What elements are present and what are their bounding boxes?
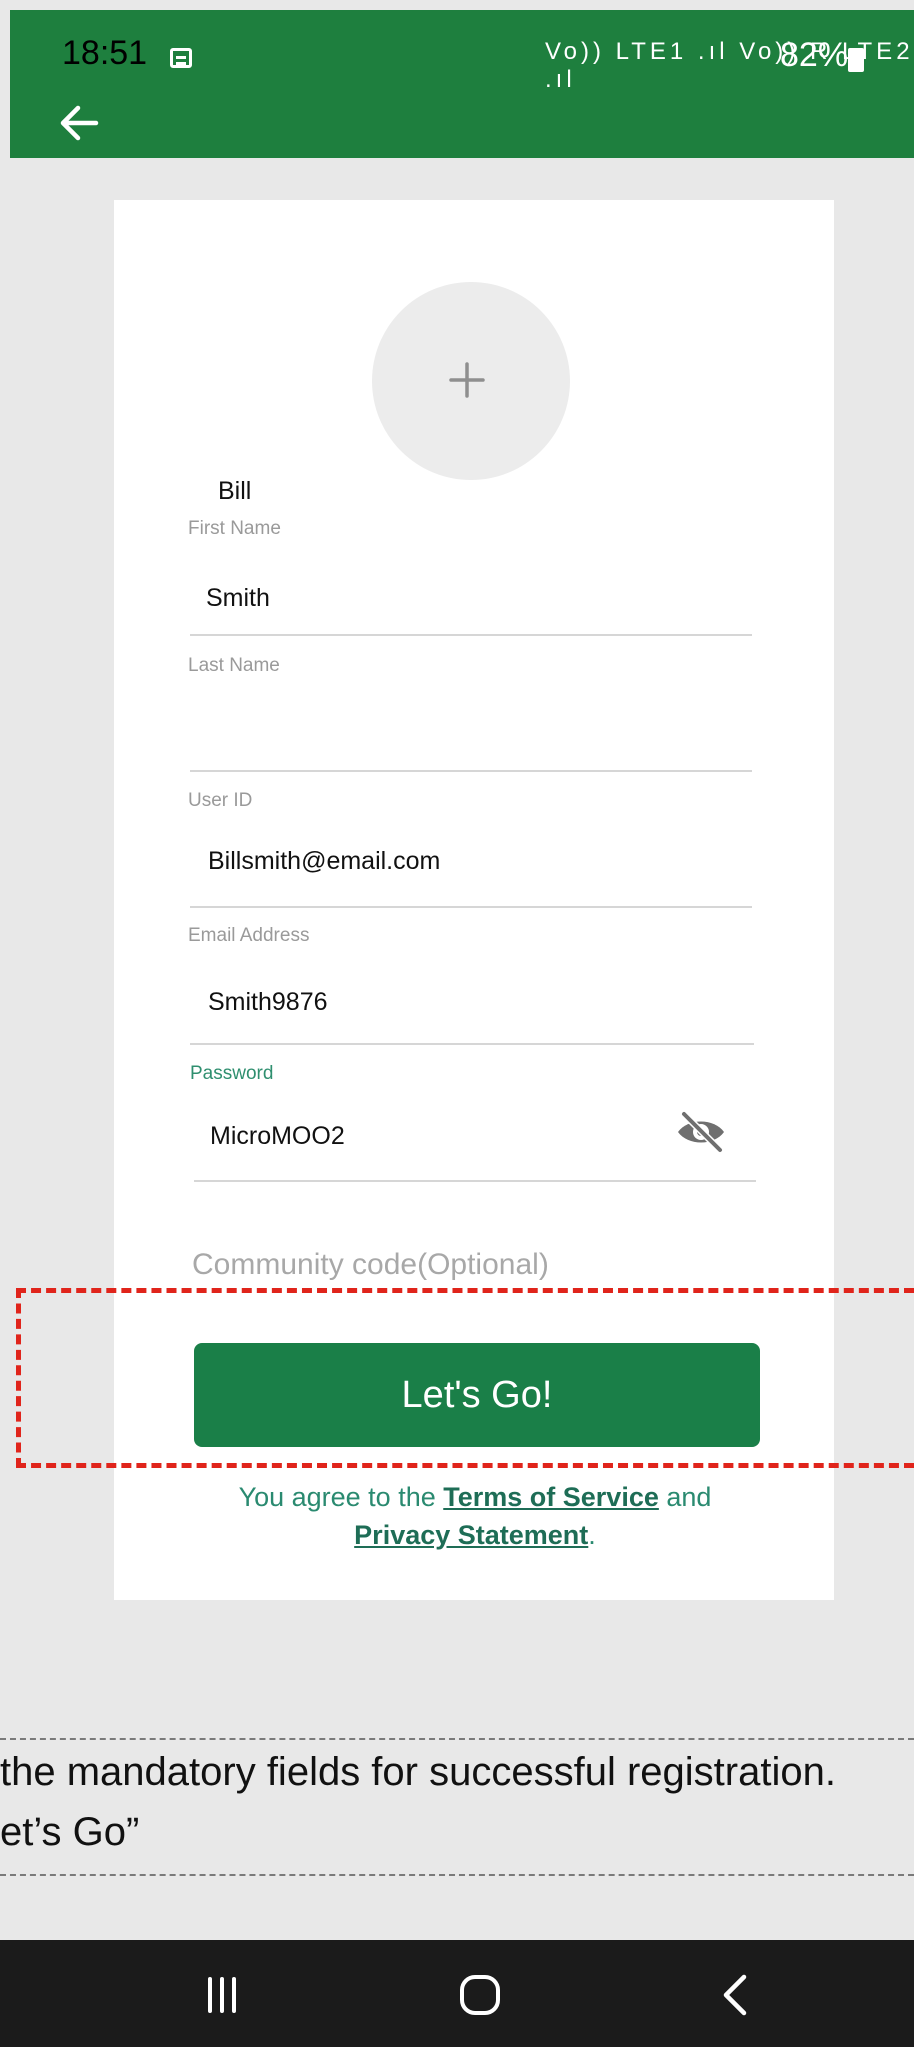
email-label: Email Address — [188, 925, 310, 946]
terms-of-service-link[interactable]: Terms of Service — [443, 1482, 659, 1512]
last-name-label: Last Name — [188, 655, 280, 676]
home-icon[interactable] — [458, 1973, 502, 2017]
privacy-statement-link[interactable]: Privacy Statement — [354, 1520, 588, 1550]
app-bar — [10, 88, 914, 158]
password-underline — [194, 1180, 756, 1182]
notification-icon — [170, 48, 192, 68]
note-line-2: et’s Go” — [0, 1810, 140, 1854]
user-id-label: User ID — [188, 790, 253, 811]
first-name-label: First Name — [188, 518, 281, 539]
note-line-1: the mandatory fields for successful regi… — [0, 1750, 836, 1794]
username-value[interactable]: Smith9876 — [208, 988, 328, 1017]
battery-icon — [848, 48, 864, 72]
first-name-value[interactable]: Bill — [218, 477, 251, 506]
password-value[interactable]: MicroMOO2 — [210, 1122, 345, 1151]
note-divider-top — [0, 1738, 914, 1740]
agree-prefix: You agree to the — [238, 1482, 444, 1512]
note-divider-bottom — [0, 1874, 914, 1876]
nav-back-icon[interactable] — [720, 1973, 750, 2017]
battery-level: 82% — [780, 36, 849, 74]
terms-agreement: You agree to the Terms of Service and Pr… — [180, 1478, 770, 1554]
status-time: 18:51 — [62, 34, 148, 72]
username-underline — [190, 1043, 754, 1045]
email-underline — [190, 906, 752, 908]
user-id-input[interactable] — [190, 770, 752, 772]
lets-go-button[interactable]: Let's Go! — [194, 1343, 760, 1447]
eye-off-icon[interactable] — [674, 1110, 728, 1154]
community-code-input[interactable]: Community code(Optional) — [192, 1248, 549, 1282]
password-label: Password — [190, 1063, 274, 1084]
plus-icon — [449, 362, 485, 398]
email-value[interactable]: Billsmith@email.com — [208, 847, 440, 876]
agree-middle: and — [658, 1482, 712, 1512]
last-name-underline — [190, 634, 752, 636]
navigation-bar — [0, 1940, 914, 2047]
recent-apps-icon[interactable] — [202, 1975, 242, 2015]
last-name-value[interactable]: Smith — [206, 584, 270, 613]
agree-suffix: . — [588, 1520, 596, 1550]
back-arrow-icon[interactable] — [56, 100, 102, 146]
